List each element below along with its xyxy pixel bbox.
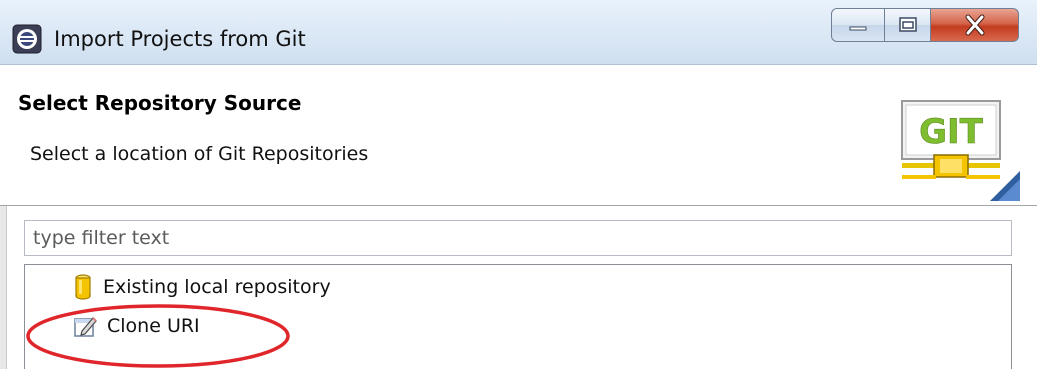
eclipse-icon	[12, 24, 42, 54]
filter-text-input[interactable]	[24, 220, 1012, 256]
repository-cylinder-icon	[75, 274, 91, 300]
minimize-icon	[849, 26, 867, 31]
maximize-button[interactable]	[885, 8, 931, 42]
clone-uri-icon	[74, 317, 97, 337]
minimize-button[interactable]	[831, 8, 885, 42]
close-icon	[965, 14, 984, 36]
tree-item-existing-local-repository[interactable]: Existing local repository	[73, 272, 331, 302]
window-title: Import Projects from Git	[54, 27, 306, 51]
maximize-icon	[898, 17, 917, 32]
import-projects-dialog: Import Projects from Git Select Reposito…	[0, 0, 1037, 369]
tree-item-clone-uri[interactable]: Clone URI	[73, 311, 200, 341]
page-title: Select Repository Source	[18, 91, 302, 115]
git-logo-text: GIT	[919, 112, 984, 152]
tree-item-label: Existing local repository	[103, 276, 331, 298]
repository-source-tree[interactable]: Existing local repository Clone URI	[24, 264, 1012, 369]
title-bar[interactable]: Import Projects from Git	[0, 0, 1037, 65]
window-frame-edge	[0, 206, 7, 369]
wizard-banner: Select Repository Source Select a locati…	[0, 65, 1037, 206]
close-button[interactable]	[931, 8, 1019, 42]
git-logo-icon: GIT	[901, 100, 1020, 201]
caption-buttons	[831, 8, 1019, 44]
tree-item-label: Clone URI	[107, 315, 200, 337]
wizard-content: Existing local repository Clone URI	[0, 206, 1037, 369]
page-description: Select a location of Git Repositories	[30, 143, 369, 165]
